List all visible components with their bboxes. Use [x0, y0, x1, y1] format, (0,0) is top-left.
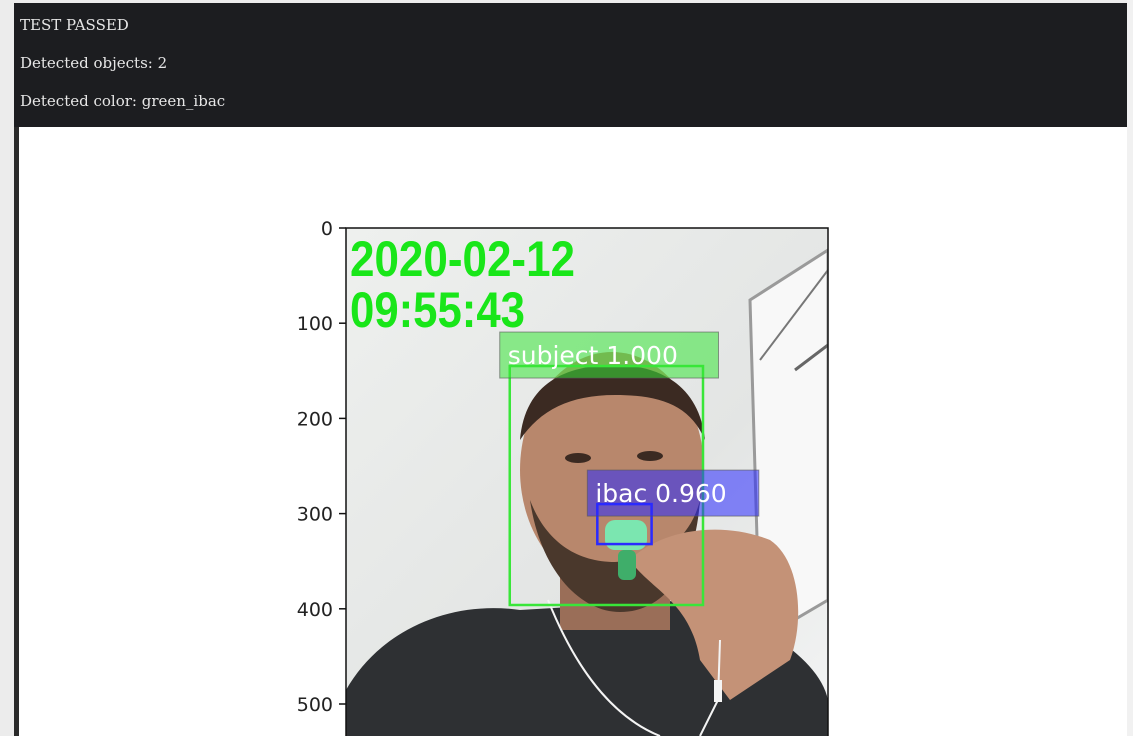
detection-plot: 0 100 200 300 400 500 2020-02-1209:55:43 subj… — [297, 218, 829, 736]
y-tick-label: 200 — [297, 408, 333, 430]
ibac-label: ibac 0.960 — [595, 479, 726, 508]
timestamp-date: 2020-02-12 — [350, 231, 575, 287]
y-tick-label: 400 — [297, 599, 333, 621]
y-tick-label: 300 — [297, 504, 333, 526]
y-tick-label: 100 — [297, 313, 333, 335]
y-axis: 0 100 200 300 400 500 — [297, 218, 346, 716]
subject-label: subject 1.000 — [508, 341, 678, 370]
y-tick-label: 0 — [321, 218, 333, 240]
timestamp-time: 09:55:43 — [350, 282, 525, 338]
y-tick-label: 500 — [297, 694, 333, 716]
